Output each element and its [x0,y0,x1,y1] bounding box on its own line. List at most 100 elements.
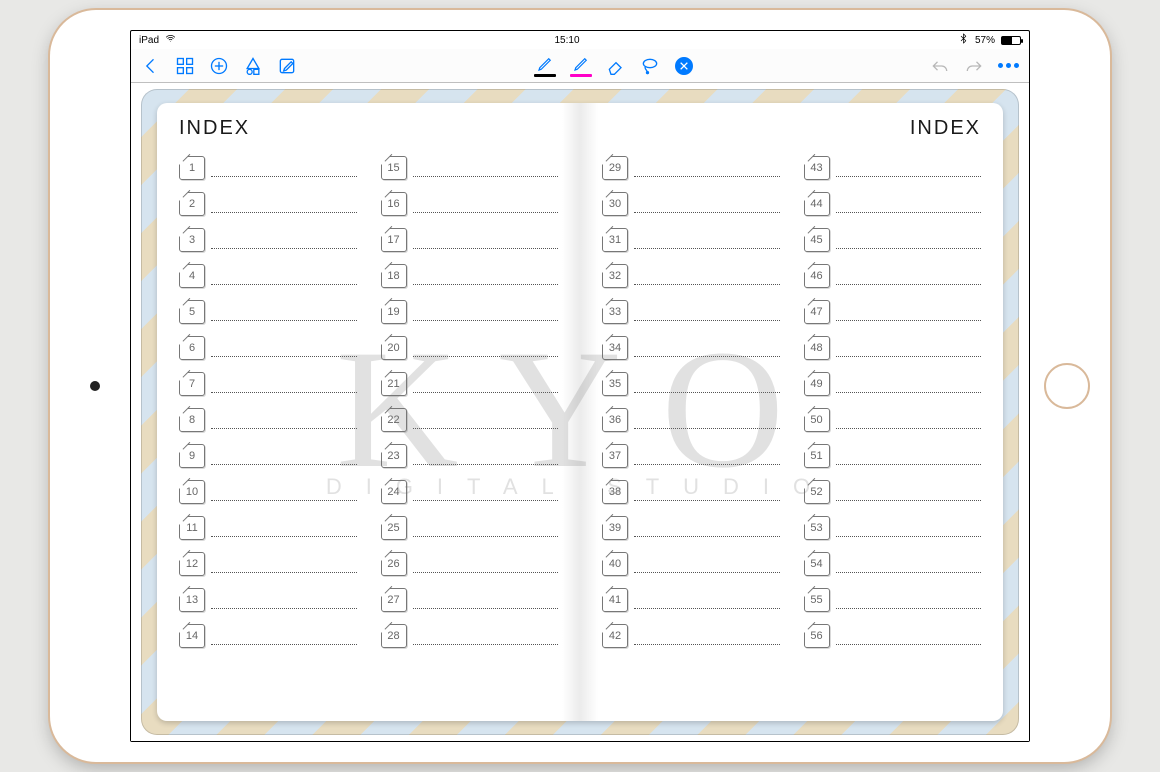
index-tab[interactable]: 20 [381,336,407,360]
index-tab[interactable]: 18 [381,264,407,288]
index-line[interactable] [836,608,982,609]
index-tab[interactable]: 23 [381,444,407,468]
index-row[interactable]: 51 [804,440,982,468]
index-tab[interactable]: 1 [179,156,205,180]
index-tab[interactable]: 3 [179,228,205,252]
index-line[interactable] [413,320,559,321]
index-row[interactable]: 14 [179,620,357,648]
highlighter-tool-button[interactable] [570,55,592,77]
index-line[interactable] [634,464,780,465]
index-row[interactable]: 38 [602,476,780,504]
index-tab[interactable]: 54 [804,552,830,576]
index-line[interactable] [634,212,780,213]
index-line[interactable] [413,572,559,573]
document-canvas[interactable]: INDEX 1234567891011121314 15161718192021… [131,83,1029,741]
index-tab[interactable]: 2 [179,192,205,216]
index-line[interactable] [413,464,559,465]
add-page-button[interactable] [209,56,229,76]
index-row[interactable]: 43 [804,152,982,180]
index-tab[interactable]: 16 [381,192,407,216]
index-tab[interactable]: 6 [179,336,205,360]
index-line[interactable] [836,356,982,357]
index-tab[interactable]: 8 [179,408,205,432]
index-row[interactable]: 2 [179,188,357,216]
index-row[interactable]: 6 [179,332,357,360]
index-line[interactable] [634,500,780,501]
index-line[interactable] [211,428,357,429]
index-line[interactable] [211,464,357,465]
index-row[interactable]: 36 [602,404,780,432]
pen-tool-button[interactable] [534,55,556,77]
index-line[interactable] [211,320,357,321]
index-row[interactable]: 54 [804,548,982,576]
index-tab[interactable]: 47 [804,300,830,324]
index-line[interactable] [836,320,982,321]
undo-button[interactable] [930,56,950,76]
index-row[interactable]: 10 [179,476,357,504]
index-line[interactable] [634,176,780,177]
index-line[interactable] [634,356,780,357]
index-tab[interactable]: 15 [381,156,407,180]
index-row[interactable]: 22 [381,404,559,432]
index-tab[interactable]: 33 [602,300,628,324]
index-tab[interactable]: 12 [179,552,205,576]
index-tab[interactable]: 30 [602,192,628,216]
index-row[interactable]: 5 [179,296,357,324]
lasso-tool-button[interactable] [640,56,660,76]
index-tab[interactable]: 19 [381,300,407,324]
index-tab[interactable]: 5 [179,300,205,324]
index-line[interactable] [634,248,780,249]
index-tab[interactable]: 9 [179,444,205,468]
index-line[interactable] [211,536,357,537]
index-row[interactable]: 29 [602,152,780,180]
index-tab[interactable]: 4 [179,264,205,288]
index-line[interactable] [413,284,559,285]
index-tab[interactable]: 11 [179,516,205,540]
index-line[interactable] [836,572,982,573]
index-row[interactable]: 30 [602,188,780,216]
index-row[interactable]: 4 [179,260,357,288]
index-row[interactable]: 47 [804,296,982,324]
index-tab[interactable]: 52 [804,480,830,504]
index-row[interactable]: 3 [179,224,357,252]
index-tab[interactable]: 7 [179,372,205,396]
index-line[interactable] [836,248,982,249]
index-line[interactable] [836,428,982,429]
index-line[interactable] [413,536,559,537]
index-line[interactable] [211,572,357,573]
index-tab[interactable]: 31 [602,228,628,252]
index-row[interactable]: 15 [381,152,559,180]
index-row[interactable]: 55 [804,584,982,612]
index-tab[interactable]: 55 [804,588,830,612]
index-row[interactable]: 27 [381,584,559,612]
index-tab[interactable]: 39 [602,516,628,540]
edit-button[interactable] [277,56,297,76]
index-tab[interactable]: 21 [381,372,407,396]
index-row[interactable]: 24 [381,476,559,504]
index-row[interactable]: 49 [804,368,982,396]
index-row[interactable]: 11 [179,512,357,540]
index-row[interactable]: 45 [804,224,982,252]
thumbnails-button[interactable] [175,56,195,76]
index-line[interactable] [836,176,982,177]
index-row[interactable]: 32 [602,260,780,288]
index-line[interactable] [211,392,357,393]
index-row[interactable]: 37 [602,440,780,468]
index-line[interactable] [634,572,780,573]
index-tab[interactable]: 26 [381,552,407,576]
index-row[interactable]: 19 [381,296,559,324]
index-row[interactable]: 9 [179,440,357,468]
index-line[interactable] [413,176,559,177]
index-row[interactable]: 28 [381,620,559,648]
index-row[interactable]: 16 [381,188,559,216]
index-row[interactable]: 42 [602,620,780,648]
back-button[interactable] [141,56,161,76]
index-tab[interactable]: 41 [602,588,628,612]
index-tab[interactable]: 28 [381,624,407,648]
index-line[interactable] [413,500,559,501]
index-line[interactable] [413,428,559,429]
index-line[interactable] [211,248,357,249]
index-tab[interactable]: 17 [381,228,407,252]
index-row[interactable]: 46 [804,260,982,288]
index-row[interactable]: 1 [179,152,357,180]
